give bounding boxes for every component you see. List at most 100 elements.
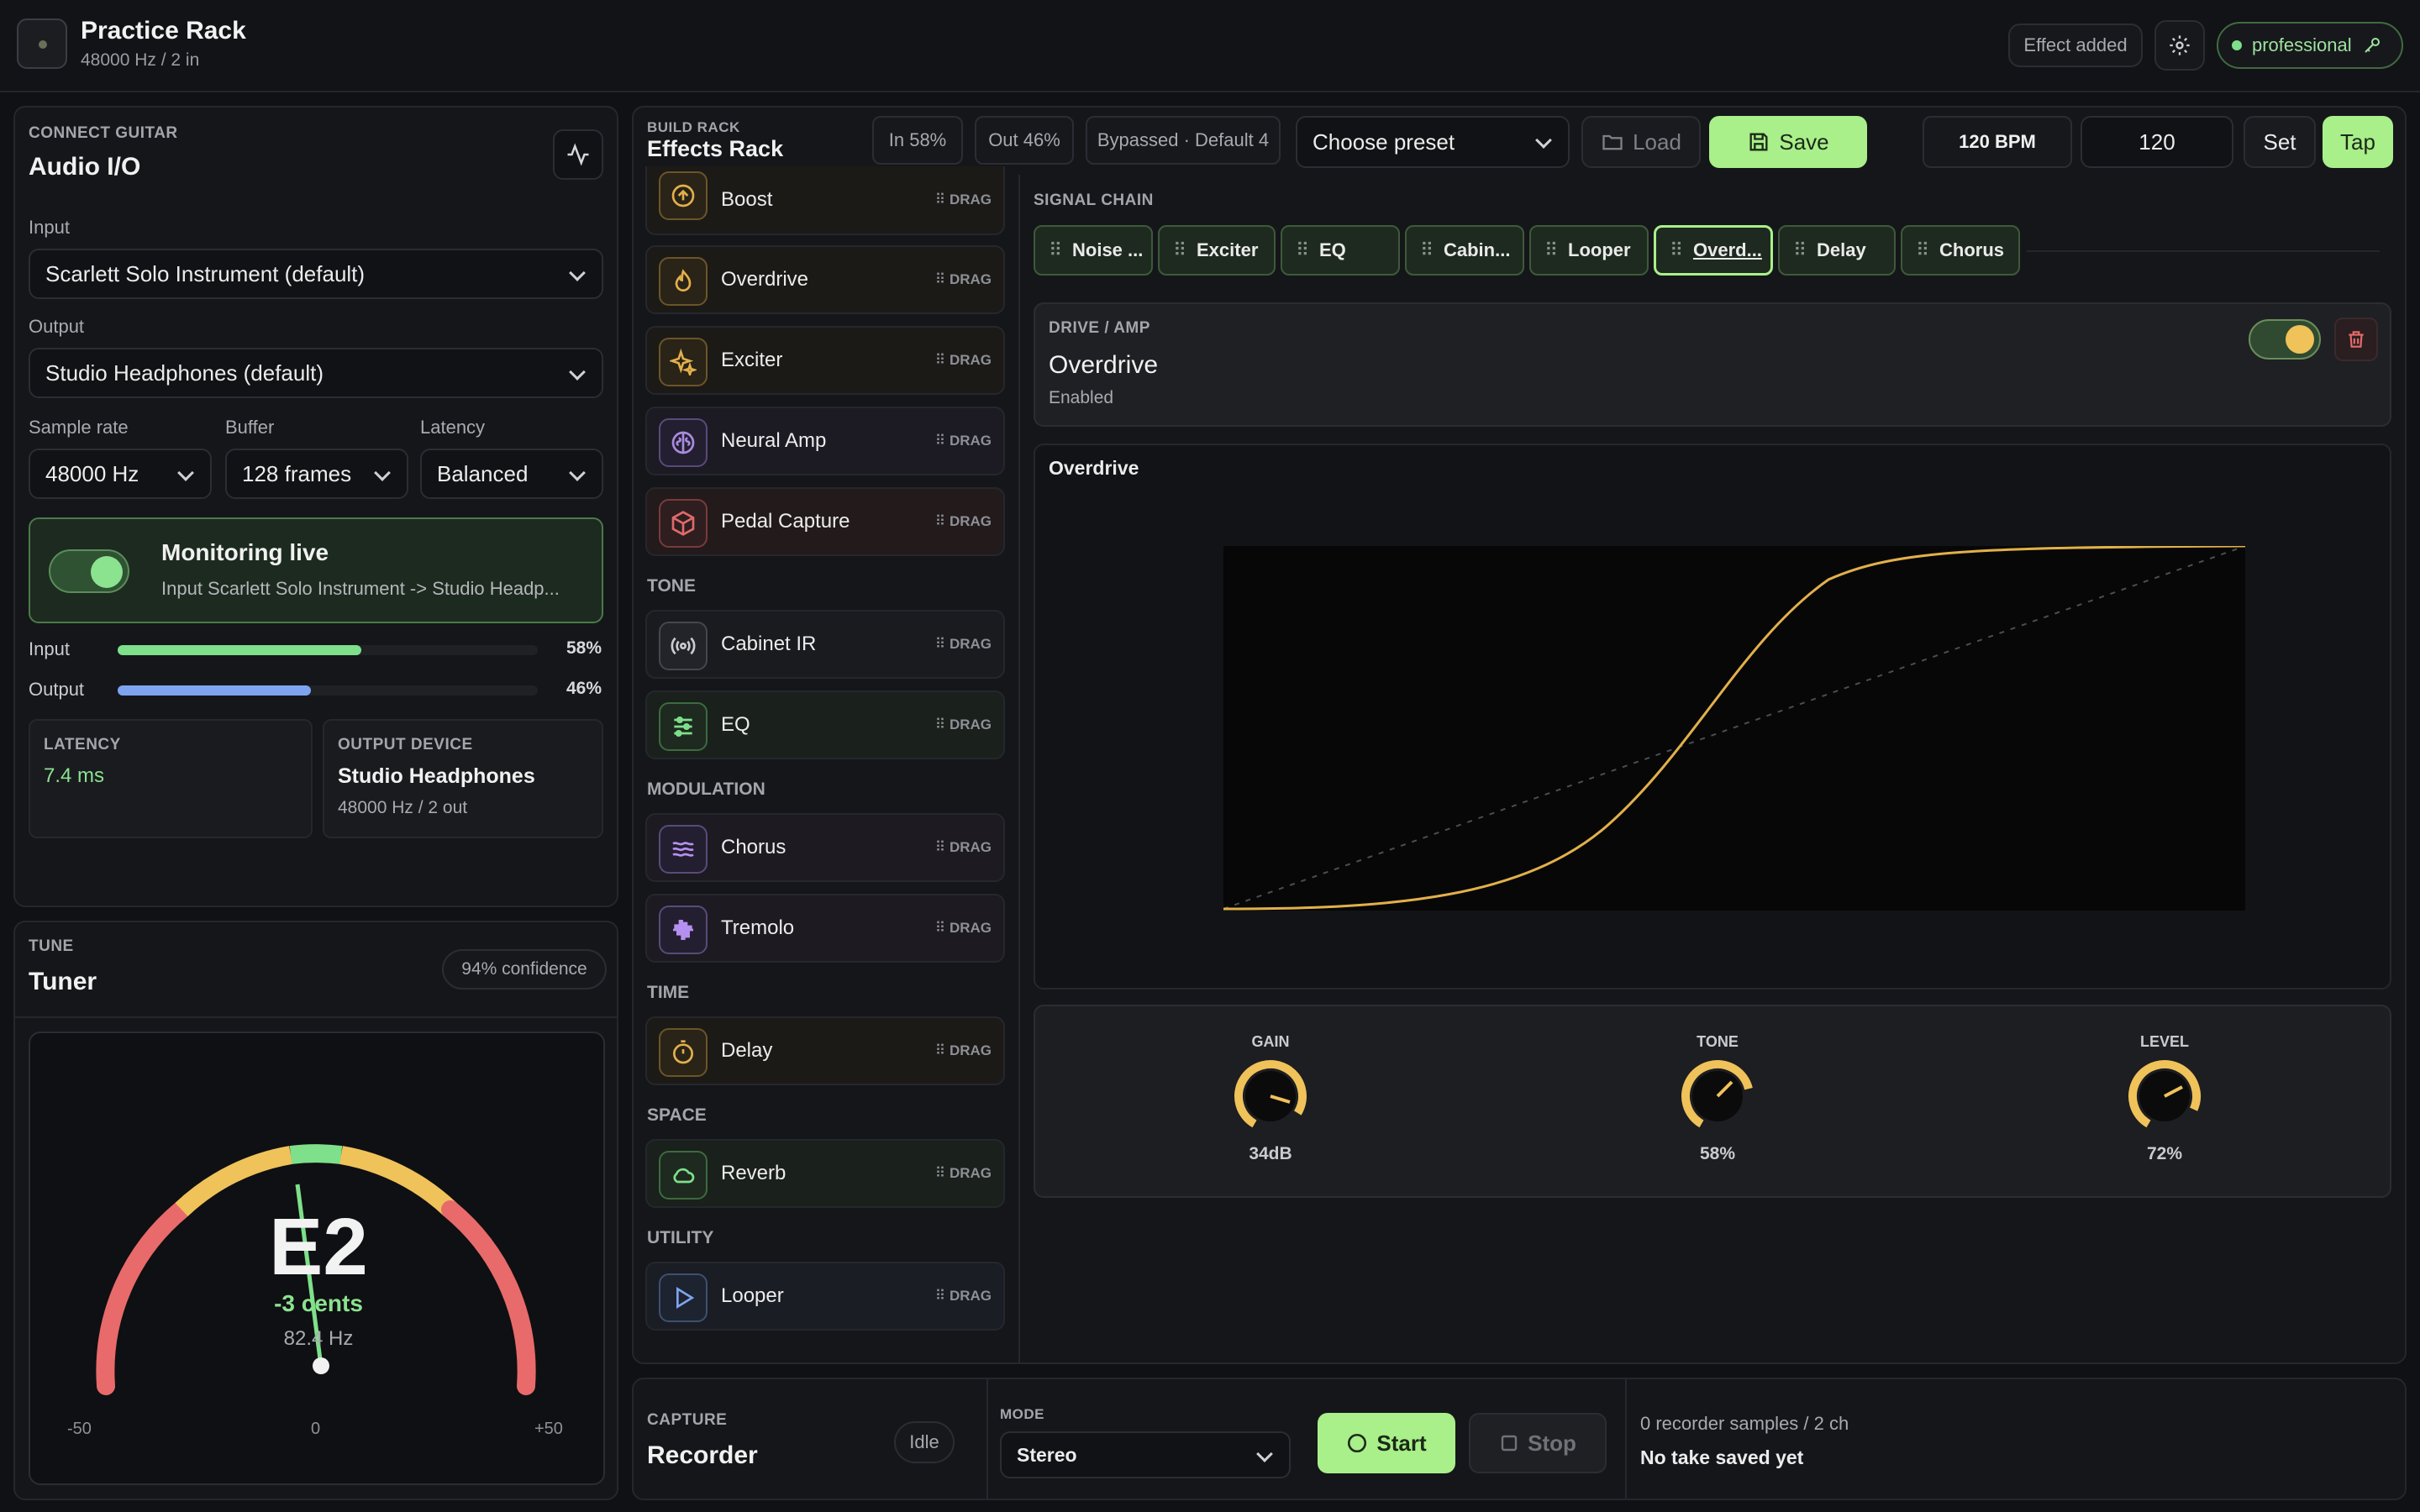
input-meter-fill — [118, 645, 361, 655]
bpm-input[interactable]: 120 — [2081, 116, 2233, 168]
drag-handle[interactable]: DRAG — [935, 192, 992, 208]
effect-name-overdrive: Overdrive — [721, 268, 809, 291]
outdev-sub: 48000 Hz / 2 out — [338, 798, 468, 817]
stop-square-icon — [1501, 1435, 1518, 1452]
knob-gain-dial[interactable] — [1233, 1058, 1308, 1134]
start-recording-button[interactable]: Start — [1318, 1413, 1455, 1473]
io-caption: CONNECT GUITAR — [29, 124, 178, 142]
toggle-knob — [2286, 325, 2314, 354]
effect-tile-looper[interactable]: Looper DRAG — [645, 1262, 1005, 1331]
drag-handle[interactable]: DRAG — [935, 271, 992, 288]
chain-item-exciter[interactable]: Exciter — [1158, 225, 1276, 276]
effect-name-eq: EQ — [721, 713, 750, 736]
effect-tile-chorus[interactable]: Chorus DRAG — [645, 813, 1005, 882]
app-subtitle: 48000 Hz / 2 in — [81, 50, 200, 70]
drag-handle[interactable]: DRAG — [935, 636, 992, 653]
chain-item-chorus[interactable]: Chorus — [1901, 225, 2020, 276]
save-button[interactable]: Save — [1709, 116, 1867, 168]
stop-recording-button[interactable]: Stop — [1469, 1413, 1607, 1473]
chain-item-noise[interactable]: Noise ... — [1034, 225, 1153, 276]
chain-end-line — [2027, 250, 2380, 252]
effect-tile-pedal-capture[interactable]: Pedal Capture DRAG — [645, 487, 1005, 556]
buffer-select[interactable]: 128 frames — [225, 449, 408, 499]
effect-tile-delay[interactable]: Delay DRAG — [645, 1016, 1005, 1085]
scale-left: -50 — [67, 1420, 92, 1438]
chain-item-overdrive[interactable]: Overd... — [1654, 225, 1773, 276]
effect-tile-boost[interactable]: Boost DRAG — [645, 166, 1005, 235]
tap-tempo-button[interactable]: Tap — [2323, 116, 2393, 168]
drag-handle[interactable]: DRAG — [935, 839, 992, 856]
gear-icon — [2170, 35, 2190, 55]
play-icon — [659, 1273, 708, 1322]
knob-tone[interactable]: TONE 58% — [1499, 1018, 1936, 1194]
tuner-caption: TUNE — [29, 937, 74, 955]
save-icon — [1749, 133, 1768, 151]
drag-handle[interactable]: DRAG — [935, 1042, 992, 1059]
sparkle-icon — [659, 338, 708, 386]
preset-select[interactable]: Choose preset — [1296, 116, 1570, 168]
effect-name-neural-amp: Neural Amp — [721, 429, 827, 452]
drag-handle[interactable]: DRAG — [935, 717, 992, 733]
detail-state: Enabled — [1049, 388, 1114, 407]
drag-handle[interactable]: DRAG — [935, 920, 992, 937]
knob-level-value: 72% — [2146, 1144, 2183, 1163]
latency-value: 7.4 ms — [44, 764, 105, 787]
scale-mid: 0 — [311, 1420, 321, 1438]
license-badge[interactable]: professional — [2217, 22, 2403, 69]
effect-tile-exciter[interactable]: Exciter DRAG — [645, 326, 1005, 395]
curve-title: Overdrive — [1049, 457, 1139, 479]
monitoring-toggle[interactable] — [49, 549, 129, 593]
latency-select[interactable]: Balanced — [420, 449, 603, 499]
knob-level[interactable]: LEVEL 72% — [1946, 1018, 2383, 1194]
buffer-value: 128 frames — [242, 460, 352, 486]
settings-button[interactable] — [2154, 20, 2205, 71]
drag-handle[interactable]: DRAG — [935, 513, 992, 530]
effect-name-boost: Boost — [721, 188, 773, 211]
effect-enable-toggle[interactable] — [2249, 319, 2321, 360]
knob-gain[interactable]: GAIN 34dB — [1052, 1018, 1489, 1194]
knob-gain-value: 34dB — [1249, 1144, 1292, 1163]
latency-value: Balanced — [437, 460, 529, 486]
output-label: Output — [29, 316, 85, 337]
effect-tile-reverb[interactable]: Reverb DRAG — [645, 1139, 1005, 1208]
toggle-knob — [91, 556, 123, 588]
detail-caption: DRIVE / AMP — [1049, 319, 1150, 337]
knob-tone-value: 58% — [1699, 1144, 1736, 1163]
knob-level-label: LEVEL — [2139, 1033, 2189, 1050]
app-title: Practice Rack — [81, 17, 246, 45]
chevron-down-icon — [569, 265, 586, 281]
effect-tile-eq[interactable]: EQ DRAG — [645, 690, 1005, 759]
load-label: Load — [1633, 129, 1681, 155]
effect-tile-cabinet-ir[interactable]: Cabinet IR DRAG — [645, 610, 1005, 679]
sample-rate-select[interactable]: 48000 Hz — [29, 449, 212, 499]
effect-tile-tremolo[interactable]: Tremolo DRAG — [645, 894, 1005, 963]
knob-level-dial[interactable] — [2127, 1058, 2202, 1134]
output-device-card: OUTPUT DEVICE Studio Headphones 48000 Hz… — [323, 719, 603, 838]
effect-tile-overdrive[interactable]: Overdrive DRAG — [645, 245, 1005, 314]
knob-tone-dial[interactable] — [1680, 1058, 1755, 1134]
out-level-badge: Out 46% — [975, 116, 1074, 165]
drag-handle[interactable]: DRAG — [935, 352, 992, 369]
meter-output-label: Output — [29, 679, 85, 700]
chain-item-cabinet[interactable]: Cabin... — [1405, 225, 1524, 276]
drag-handle[interactable]: DRAG — [935, 1165, 992, 1182]
delete-effect-button[interactable] — [2334, 318, 2378, 361]
chain-caption: SIGNAL CHAIN — [1034, 192, 1154, 209]
output-select[interactable]: Studio Headphones (default) — [29, 348, 603, 398]
set-bpm-button[interactable]: Set — [2244, 116, 2316, 168]
activity-button[interactable] — [553, 129, 603, 180]
drag-handle[interactable]: DRAG — [935, 1288, 992, 1305]
app-logo — [17, 18, 67, 69]
drag-handle[interactable]: DRAG — [935, 433, 992, 449]
chain-item-eq[interactable]: EQ — [1281, 225, 1400, 276]
input-select[interactable]: Scarlett Solo Instrument (default) — [29, 249, 603, 299]
tuner-hz: 82.4 Hz — [283, 1327, 354, 1350]
load-button[interactable]: Load — [1581, 116, 1701, 168]
meter-input-pct: 58% — [566, 638, 602, 658]
effect-tile-neural-amp[interactable]: Neural Amp DRAG — [645, 407, 1005, 475]
chain-item-delay[interactable]: Delay — [1778, 225, 1896, 276]
mode-select[interactable]: Stereo — [1000, 1431, 1291, 1478]
chain-item-looper[interactable]: Looper — [1529, 225, 1649, 276]
tuner-title: Tuner — [29, 968, 97, 995]
boost-icon — [659, 171, 708, 220]
